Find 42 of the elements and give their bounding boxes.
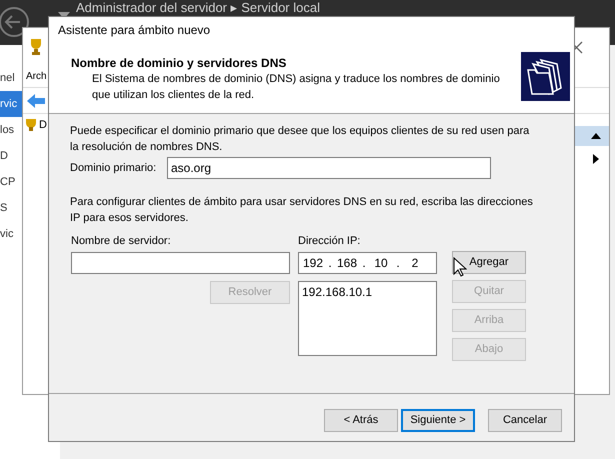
- wizard-button[interactable]: < Atrás: [324, 409, 398, 432]
- wizard-button[interactable]: Cancelar: [488, 409, 562, 432]
- sidebar-item[interactable]: nel: [0, 65, 22, 91]
- ip-separator: .: [327, 255, 333, 272]
- folders-icon: [521, 52, 570, 101]
- ip-octet: 192: [302, 255, 324, 272]
- dns-server-list[interactable]: 192.168.10.1: [298, 281, 437, 356]
- field-label: Dirección IP:: [298, 234, 362, 248]
- ip-octet: 10: [373, 255, 389, 272]
- page-title: Nombre de dominio y servidores DNS: [71, 55, 288, 71]
- dialog-title: Asistente para ámbito nuevo: [58, 22, 210, 39]
- tree-item[interactable]: D: [39, 117, 47, 134]
- sidebar-item[interactable]: CP: [0, 169, 22, 195]
- collapse-icon[interactable]: [591, 133, 601, 139]
- app-title: Administrador del servidor ▸ Servidor local: [76, 0, 320, 15]
- trophy-icon: [29, 38, 43, 56]
- instruction-text: Para configurar clientes de ámbito para usar servidores DNS en su red, escriba las direcciones IP para esos servidores.: [70, 195, 534, 226]
- primary-domain-field[interactable]: aso.org: [167, 157, 491, 179]
- list-item[interactable]: 192.168.10.1: [302, 283, 433, 301]
- ip-octet: 2: [410, 255, 420, 272]
- sidebar-item[interactable]: vic: [0, 221, 22, 247]
- field-label: Dominio primario:: [70, 160, 158, 176]
- server-name-field[interactable]: [71, 252, 290, 274]
- mouse-cursor-icon: [453, 257, 467, 277]
- arrow-icon[interactable]: [593, 154, 599, 164]
- sidebar-item[interactable]: rvic: [0, 91, 22, 117]
- action-button[interactable]: Agregar: [452, 251, 526, 274]
- page-description: El Sistema de nombres de dominio (DNS) asigna y traduce los nombres de dominio que utilizan los clientes de la red.: [91, 72, 501, 103]
- back-arrow-icon[interactable]: [27, 94, 45, 108]
- ip-octet: 168: [336, 255, 358, 272]
- field-label: Nombre de servidor:: [71, 234, 172, 248]
- instruction-text: Puede especificar el dominio primario que desee que los equipos clientes de su red usen para la resolución de nombres DNS.: [70, 124, 530, 155]
- sidebar-item[interactable]: D: [0, 143, 22, 169]
- sidebar-item[interactable]: los: [0, 117, 22, 143]
- wizard-button[interactable]: Siguiente >: [401, 409, 475, 432]
- sidebar-item[interactable]: S: [0, 195, 22, 221]
- actions-header[interactable]: [574, 126, 609, 146]
- trophy-icon: [25, 118, 37, 132]
- menu-item[interactable]: Arch: [26, 69, 47, 84]
- ip-address-field[interactable]: 192 . 168 . 10 . 2: [298, 252, 437, 274]
- ip-separator: .: [395, 255, 401, 272]
- ip-separator: .: [361, 255, 367, 272]
